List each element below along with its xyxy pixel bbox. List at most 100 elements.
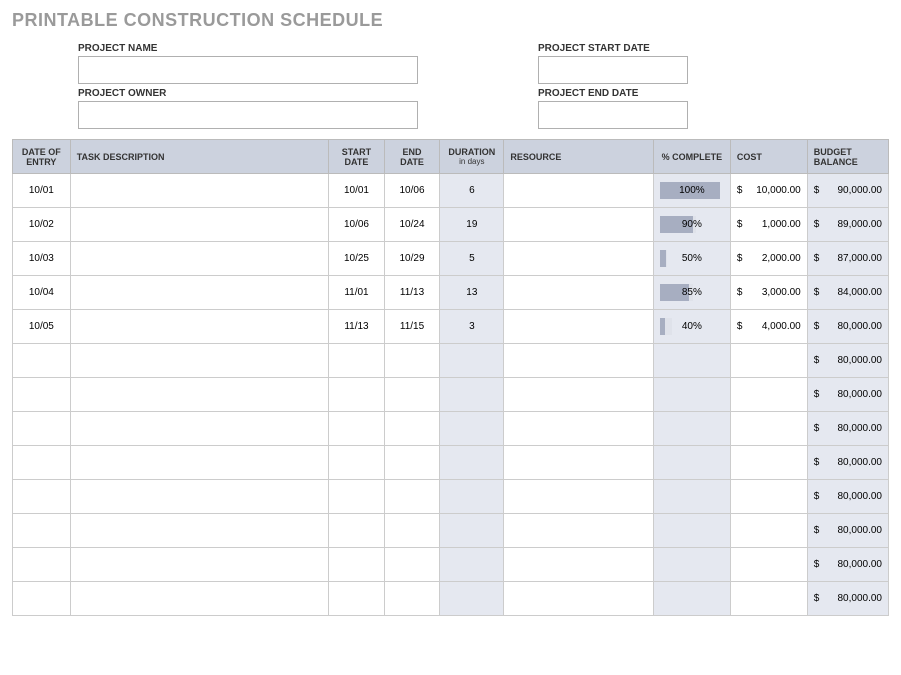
cell-date-of-entry[interactable]: 10/03 [13, 242, 71, 276]
cell-resource[interactable] [504, 242, 654, 276]
cell-cost[interactable] [730, 514, 807, 548]
cell-duration[interactable] [440, 480, 504, 514]
cell-start-date[interactable] [329, 582, 385, 616]
cell-resource[interactable] [504, 446, 654, 480]
cell-budget-balance[interactable]: $80,000.00 [807, 378, 888, 412]
cell-cost[interactable]: $2,000.00 [730, 242, 807, 276]
cell-start-date[interactable] [329, 412, 385, 446]
cell-cost[interactable] [730, 480, 807, 514]
cell-start-date[interactable]: 10/06 [329, 208, 385, 242]
cell-end-date[interactable] [384, 514, 440, 548]
cell-cost[interactable] [730, 548, 807, 582]
cell-task-description[interactable] [70, 276, 329, 310]
cell-cost[interactable]: $1,000.00 [730, 208, 807, 242]
cell-cost[interactable] [730, 378, 807, 412]
cell-duration[interactable] [440, 446, 504, 480]
cell-start-date[interactable]: 10/01 [329, 174, 385, 208]
cell-budget-balance[interactable]: $80,000.00 [807, 412, 888, 446]
cell-budget-balance[interactable]: $90,000.00 [807, 174, 888, 208]
cell-resource[interactable] [504, 582, 654, 616]
cell-date-of-entry[interactable] [13, 446, 71, 480]
cell-duration[interactable]: 3 [440, 310, 504, 344]
cell-task-description[interactable] [70, 208, 329, 242]
cell-duration[interactable]: 6 [440, 174, 504, 208]
cell-resource[interactable] [504, 480, 654, 514]
cell-end-date[interactable] [384, 412, 440, 446]
cell-start-date[interactable] [329, 548, 385, 582]
cell-budget-balance[interactable]: $87,000.00 [807, 242, 888, 276]
cell-budget-balance[interactable]: $80,000.00 [807, 548, 888, 582]
cell-task-description[interactable] [70, 446, 329, 480]
cell-cost[interactable] [730, 344, 807, 378]
cell-start-date[interactable] [329, 446, 385, 480]
cell-budget-balance[interactable]: $80,000.00 [807, 446, 888, 480]
cell-date-of-entry[interactable] [13, 514, 71, 548]
cell-pct-complete[interactable] [653, 548, 730, 582]
cell-budget-balance[interactable]: $89,000.00 [807, 208, 888, 242]
cell-start-date[interactable]: 10/25 [329, 242, 385, 276]
cell-resource[interactable] [504, 514, 654, 548]
cell-date-of-entry[interactable]: 10/01 [13, 174, 71, 208]
cell-date-of-entry[interactable] [13, 344, 71, 378]
project-owner-input[interactable] [78, 101, 418, 129]
cell-resource[interactable] [504, 378, 654, 412]
cell-end-date[interactable] [384, 344, 440, 378]
cell-budget-balance[interactable]: $80,000.00 [807, 480, 888, 514]
cell-date-of-entry[interactable] [13, 378, 71, 412]
cell-cost[interactable] [730, 582, 807, 616]
cell-duration[interactable]: 19 [440, 208, 504, 242]
cell-end-date[interactable] [384, 548, 440, 582]
project-end-date-input[interactable] [538, 101, 688, 129]
cell-budget-balance[interactable]: $80,000.00 [807, 344, 888, 378]
cell-pct-complete[interactable]: 85% [653, 276, 730, 310]
cell-pct-complete[interactable]: 100% [653, 174, 730, 208]
cell-task-description[interactable] [70, 412, 329, 446]
cell-resource[interactable] [504, 412, 654, 446]
cell-date-of-entry[interactable] [13, 480, 71, 514]
cell-budget-balance[interactable]: $80,000.00 [807, 582, 888, 616]
cell-end-date[interactable]: 11/15 [384, 310, 440, 344]
cell-start-date[interactable]: 11/13 [329, 310, 385, 344]
cell-cost[interactable]: $4,000.00 [730, 310, 807, 344]
cell-end-date[interactable]: 10/06 [384, 174, 440, 208]
cell-pct-complete[interactable] [653, 378, 730, 412]
cell-date-of-entry[interactable]: 10/05 [13, 310, 71, 344]
cell-pct-complete[interactable] [653, 514, 730, 548]
cell-cost[interactable] [730, 412, 807, 446]
cell-resource[interactable] [504, 174, 654, 208]
cell-resource[interactable] [504, 310, 654, 344]
cell-duration[interactable] [440, 344, 504, 378]
cell-resource[interactable] [504, 548, 654, 582]
cell-date-of-entry[interactable]: 10/04 [13, 276, 71, 310]
cell-end-date[interactable] [384, 480, 440, 514]
cell-duration[interactable]: 13 [440, 276, 504, 310]
cell-task-description[interactable] [70, 174, 329, 208]
cell-end-date[interactable]: 10/29 [384, 242, 440, 276]
cell-pct-complete[interactable] [653, 480, 730, 514]
cell-start-date[interactable] [329, 480, 385, 514]
cell-end-date[interactable]: 10/24 [384, 208, 440, 242]
cell-cost[interactable]: $3,000.00 [730, 276, 807, 310]
cell-duration[interactable] [440, 514, 504, 548]
cell-duration[interactable] [440, 548, 504, 582]
cell-pct-complete[interactable]: 40% [653, 310, 730, 344]
cell-budget-balance[interactable]: $84,000.00 [807, 276, 888, 310]
cell-date-of-entry[interactable] [13, 548, 71, 582]
cell-duration[interactable] [440, 582, 504, 616]
cell-budget-balance[interactable]: $80,000.00 [807, 514, 888, 548]
cell-task-description[interactable] [70, 548, 329, 582]
cell-start-date[interactable]: 11/01 [329, 276, 385, 310]
cell-task-description[interactable] [70, 378, 329, 412]
cell-resource[interactable] [504, 344, 654, 378]
project-name-input[interactable] [78, 56, 418, 84]
cell-task-description[interactable] [70, 344, 329, 378]
cell-start-date[interactable] [329, 514, 385, 548]
project-start-date-input[interactable] [538, 56, 688, 84]
cell-end-date[interactable]: 11/13 [384, 276, 440, 310]
cell-start-date[interactable] [329, 378, 385, 412]
cell-task-description[interactable] [70, 480, 329, 514]
cell-task-description[interactable] [70, 514, 329, 548]
cell-pct-complete[interactable] [653, 412, 730, 446]
cell-date-of-entry[interactable]: 10/02 [13, 208, 71, 242]
cell-task-description[interactable] [70, 582, 329, 616]
